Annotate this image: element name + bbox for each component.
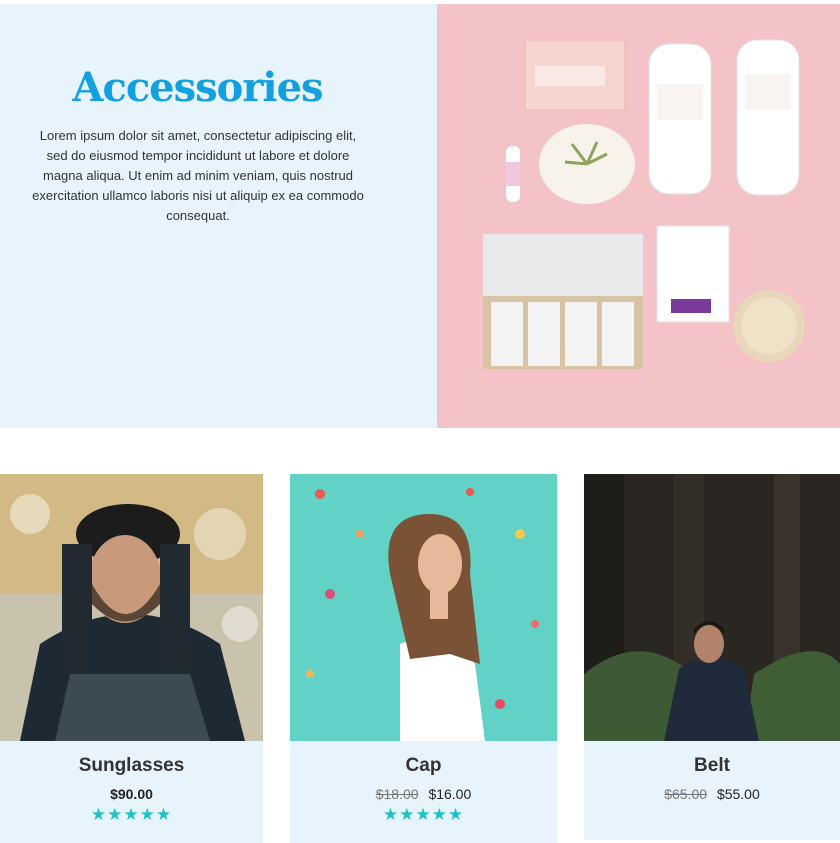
product-name[interactable]: Cap bbox=[290, 755, 557, 777]
product-card-cap[interactable]: Cap $18.00 $16.00 ★★★★★ bbox=[290, 474, 557, 843]
product-price-row: $65.00 $55.00 bbox=[584, 786, 840, 802]
product-old-price: $18.00 bbox=[375, 786, 419, 802]
product-name[interactable]: Belt bbox=[584, 755, 840, 777]
product-image-cap[interactable] bbox=[290, 474, 557, 741]
product-old-price: $65.00 bbox=[664, 786, 708, 802]
product-image-sunglasses[interactable] bbox=[0, 474, 263, 741]
product-price: $90.00 bbox=[110, 786, 153, 802]
man-in-hoodie-photo bbox=[0, 474, 263, 741]
page-title: Accessories bbox=[72, 64, 323, 111]
rating-stars: ★★★★★ bbox=[90, 805, 173, 824]
product-price-row: $18.00 $16.00 bbox=[290, 786, 557, 802]
product-card-belt[interactable]: Belt $65.00 $55.00 bbox=[584, 474, 840, 840]
hero-section: Accessories Lorem ipsum dolor sit amet, … bbox=[0, 4, 840, 428]
hero-description: Lorem ipsum dolor sit amet, consectetur … bbox=[32, 128, 364, 223]
product-image-belt[interactable] bbox=[584, 474, 840, 741]
product-price: $16.00 bbox=[428, 786, 472, 802]
accessories-flatlay-image bbox=[437, 4, 840, 428]
product-name[interactable]: Sunglasses bbox=[0, 755, 263, 777]
man-in-forest-photo bbox=[584, 474, 840, 741]
woman-confetti-photo bbox=[290, 474, 557, 741]
hero-image bbox=[437, 4, 840, 428]
hero-text-panel: Accessories Lorem ipsum dolor sit amet, … bbox=[0, 4, 437, 428]
product-price-row: $90.00 bbox=[0, 786, 263, 802]
rating-stars: ★★★★★ bbox=[382, 805, 465, 824]
product-price: $55.00 bbox=[716, 786, 760, 802]
product-card-sunglasses[interactable]: Sunglasses $90.00 ★★★★★ bbox=[0, 474, 263, 843]
